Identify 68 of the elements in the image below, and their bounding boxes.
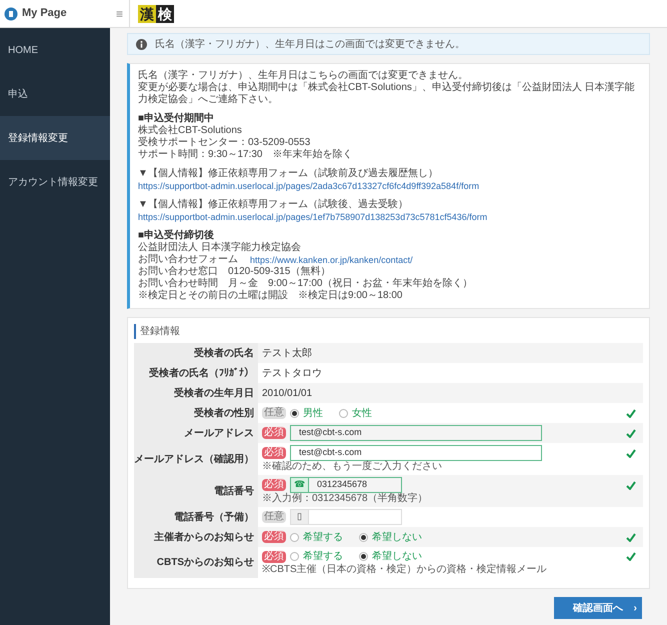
check-icon (626, 428, 636, 438)
radio-option[interactable]: 希望しない (359, 549, 422, 564)
field-label: メールアドレス（確認用） (134, 443, 258, 475)
radio-option[interactable]: 希望する (290, 549, 343, 564)
sidebar-item[interactable]: 申込 (0, 72, 110, 116)
notice-heading: ■申込受付締切後 (138, 230, 216, 242)
notice-text: お問い合わせ時間 月～金 9:00～17:00（祝日・お盆・年末年始を除く） (138, 278, 474, 290)
required-badge: 必須 (262, 531, 286, 543)
sidebar-item[interactable]: HOME (0, 28, 110, 72)
confirm-button[interactable]: 確認画面へ › (554, 597, 642, 619)
brand-logo: 漢 検 (138, 4, 174, 22)
form-link[interactable]: https://supportbot-admin.userlocal.jp/pages/2ada3c67d13327cf6fc4d9ff392a584f/form (138, 180, 641, 192)
field-label: 電話番号 (134, 475, 258, 507)
notice-text: ▼【個人情報】修正依頼専用フォーム（試験後、過去受験） (138, 199, 409, 211)
field-label: 受検者の性別 (134, 403, 258, 423)
field-value: テストタロウ (262, 366, 322, 380)
notice-text: ▼【個人情報】修正依頼専用フォーム（試験前及び過去履歴無し） (138, 168, 439, 180)
menu-button[interactable]: ≡ (110, 0, 130, 27)
notice-text: 公益財団法人 日本漢字能力検定協会 (138, 242, 302, 254)
check-icon (626, 408, 636, 418)
field-hint: ※CBTS主催（日本の資格・検定）からの資格・検定情報メール (262, 564, 548, 576)
radio-option[interactable]: 女性 (339, 406, 372, 420)
check-icon (626, 532, 636, 542)
field-value: テスト太郎 (262, 346, 312, 360)
radio-option[interactable]: 希望しない (359, 530, 422, 544)
section-title: 登録情報 (134, 324, 643, 339)
phone-field[interactable]: ☎ 0312345678 (290, 477, 402, 493)
form-link[interactable]: https://supportbot-admin.userlocal.jp/pages/1ef7b758907d138253d73c5781cf5436/form (138, 211, 641, 223)
field-hint: ※確認のため、もう一度ご入力ください (262, 461, 443, 473)
required-badge: 必須 (262, 479, 286, 491)
field-label: 受検者の氏名 (134, 343, 258, 363)
check-icon (626, 448, 636, 458)
field-label: メールアドレス (134, 423, 258, 443)
radio-option[interactable]: 男性 (290, 406, 323, 420)
field-label: CBTSからのお知らせ (134, 547, 258, 578)
radio-option[interactable]: 希望する (290, 530, 343, 544)
required-badge: 必須 (262, 427, 286, 439)
notice-text: 株式会社CBT-Solutions (138, 125, 243, 136)
email-field[interactable]: test@cbt-s.com (290, 445, 542, 461)
notice-heading: ■申込受付期間中 (138, 113, 216, 124)
required-badge: 必須 (262, 550, 286, 562)
notice-text: 受検サポートセンター：03-5209-0553 (138, 137, 312, 148)
alert-text: 氏名（漢字・フリガナ）、生年月日はこの画面では変更できません。 (155, 38, 465, 52)
phone-field[interactable]: ▯ (290, 509, 402, 525)
contact-link[interactable]: https://www.kanken.or.jp/kanken/contact/ (250, 254, 413, 266)
notice-text: お問い合わせ窓口 0120-509-315（無料） (138, 266, 332, 278)
field-hint: ※入力例：0312345678（半角数字） (262, 493, 429, 505)
notice-text: サポート時間：9:30～17:30 ※年末年始を除く (138, 149, 354, 161)
check-icon (626, 552, 636, 561)
field-label: 受検者の氏名（ﾌﾘｶﾞﾅ） (134, 363, 258, 383)
field-label: 受検者の生年月日 (134, 383, 258, 403)
info-icon (136, 38, 147, 50)
field-value: 2010/01/01 (262, 386, 312, 400)
required-badge: 任意 (262, 407, 286, 419)
required-badge: 必須 (262, 447, 286, 459)
notice-text: お問い合わせフォーム (138, 254, 238, 266)
sidebar-item[interactable]: アカウント情報変更 (0, 160, 110, 204)
email-field[interactable]: test@cbt-s.com (290, 425, 542, 441)
notice-text: 氏名（漢字・フリガナ）、生年月日はこちらの画面では変更できません。 (138, 70, 469, 82)
required-badge: 任意 (262, 511, 286, 523)
logo-icon (4, 6, 18, 20)
app-title: My Page (22, 6, 67, 22)
notice-text: ※検定日とその前日の土曜は開設 ※検定日は9:00～18:00 (138, 290, 404, 302)
field-label: 電話番号（予備） (134, 507, 258, 527)
field-label: 主催者からのお知らせ (134, 527, 258, 547)
sidebar-item[interactable]: 登録情報変更 (0, 116, 110, 160)
check-icon (626, 480, 636, 490)
notice-text: 変更が必要な場合は、申込期間中は「株式会社CBT-Solutions」、申込受付締切後は「公益財団法人 日本漢字能力検定協会」へご連絡下さい。 (138, 82, 636, 106)
